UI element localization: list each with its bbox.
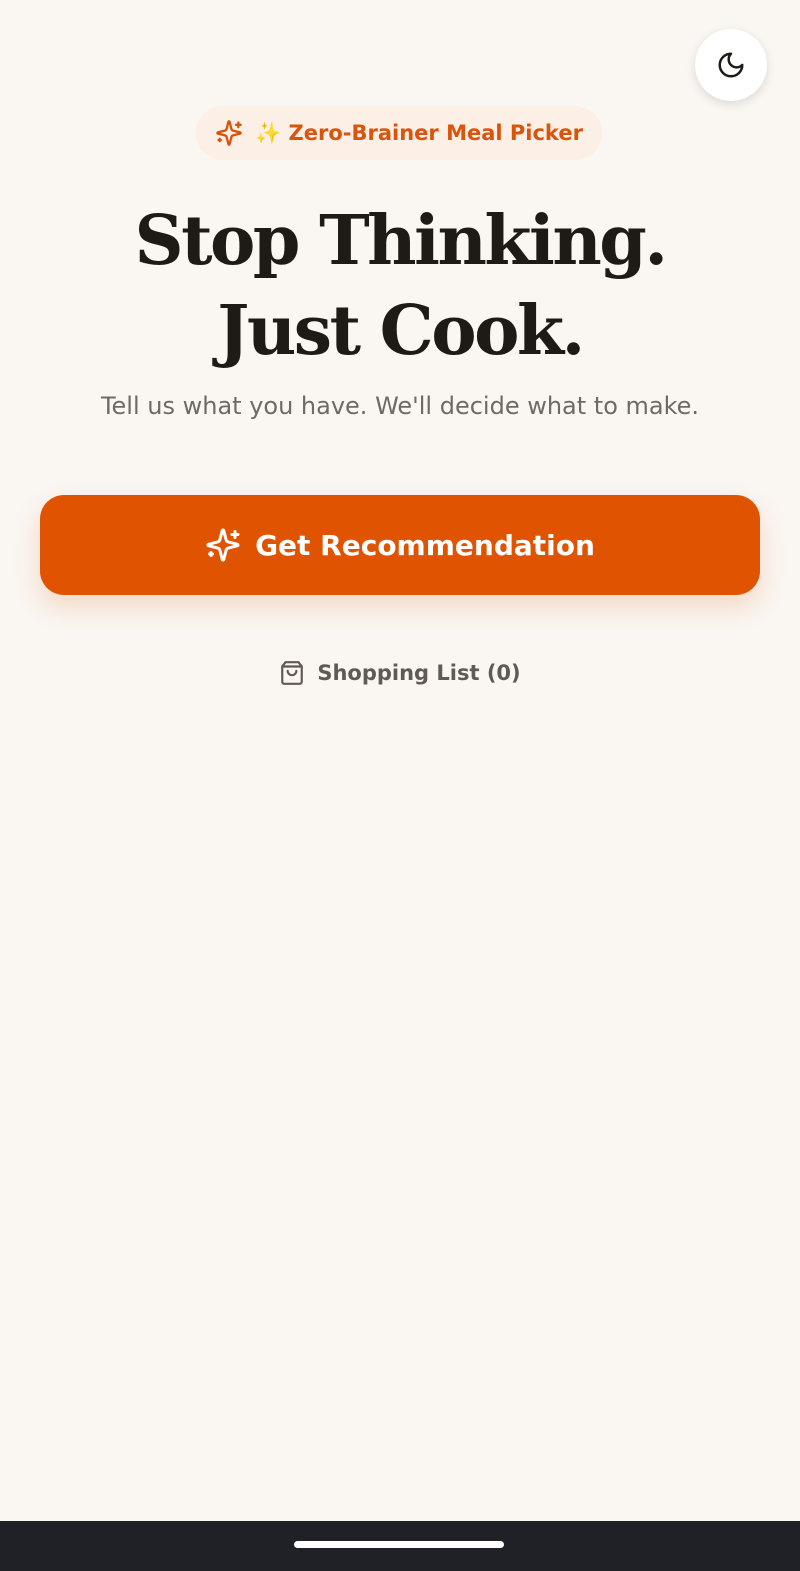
home-indicator[interactable] [294, 1541, 504, 1548]
get-recommendation-label: Get Recommendation [255, 528, 595, 562]
shopping-list-label: Shopping List (0) [317, 661, 521, 685]
system-navigation-bar [0, 1521, 800, 1571]
moon-icon [716, 50, 746, 80]
get-recommendation-button[interactable]: Get Recommendation [40, 495, 760, 595]
sparkles-icon [215, 119, 243, 147]
page-subtitle: Tell us what you have. We'll decide what… [100, 392, 700, 420]
sparkles-icon [205, 527, 241, 563]
shopping-bag-icon [279, 660, 305, 686]
theme-toggle-button[interactable] [695, 29, 767, 101]
title-line-1: Stop Thinking. [134, 201, 668, 281]
page-title: Stop Thinking. Just Cook. [0, 196, 800, 376]
tagline-badge: ✨ Zero-Brainer Meal Picker [196, 106, 602, 160]
shopping-list-button[interactable]: Shopping List (0) [0, 655, 800, 691]
title-line-2: Just Cook. [217, 291, 585, 371]
badge-label: ✨ Zero-Brainer Meal Picker [255, 120, 583, 145]
